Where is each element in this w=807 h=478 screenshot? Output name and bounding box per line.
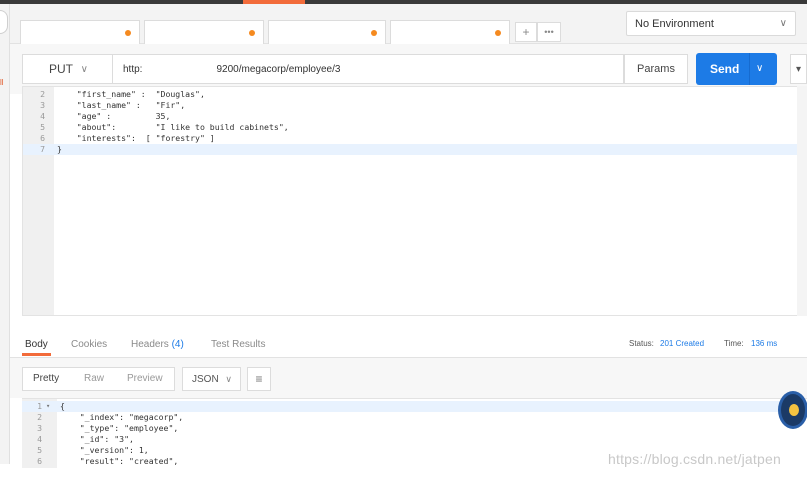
code-line: 3 "last_name" : "Fir",	[40, 100, 186, 110]
code-line: 6 "interests": [ "forestry" ]	[40, 133, 215, 143]
sidebar-collapsed-strip	[0, 4, 10, 464]
send-button[interactable]: Send ∨	[696, 53, 777, 85]
headers-count-badge: (4)	[171, 339, 184, 350]
bulb-icon	[789, 404, 799, 416]
method-select[interactable]: PUT ∨	[22, 54, 112, 84]
unsaved-dot-icon	[495, 30, 501, 36]
active-response-tab-indicator	[22, 353, 51, 356]
send-label: Send	[710, 62, 740, 76]
code-line: 2 "first_name" : "Douglas",	[40, 89, 205, 99]
more-tabs-button[interactable]: •••	[537, 22, 561, 42]
method-label: PUT	[49, 62, 73, 76]
language-label: JSON	[192, 374, 219, 385]
time-value[interactable]: 136 ms	[751, 339, 777, 348]
code-line-active: 1 ▾{	[22, 401, 807, 412]
request-tab[interactable]	[268, 20, 386, 44]
watermark-text: https://blog.csdn.net/jatpen	[608, 451, 781, 467]
editor-scrollbar[interactable]	[797, 86, 807, 316]
code-line: 2 "_index": "megacorp",	[37, 412, 184, 422]
unsaved-dot-icon	[249, 30, 255, 36]
request-tab[interactable]	[20, 20, 140, 44]
tab-test-results[interactable]: Test Results	[211, 339, 265, 350]
send-divider	[749, 53, 750, 85]
fold-arrow-icon[interactable]: ▾	[46, 401, 50, 412]
time-label: Time:	[724, 339, 744, 348]
code-line: 3 "_type": "employee",	[37, 423, 179, 433]
params-button[interactable]: Params	[624, 54, 688, 84]
format-raw-button[interactable]: Raw	[84, 373, 104, 384]
format-pretty-button[interactable]: Pretty	[33, 373, 59, 384]
sidebar-edge-label: ll	[0, 78, 4, 87]
language-select[interactable]: JSON ∨	[182, 367, 241, 391]
url-input[interactable]: http: 9200/megacorp/employee/3	[112, 54, 624, 84]
status-value[interactable]: 201 Created	[660, 339, 704, 348]
code-line: 5 "about": "I like to build cabinets",	[40, 122, 289, 132]
chevron-down-icon: ∨	[779, 18, 787, 29]
unsaved-dot-icon	[371, 30, 377, 36]
chevron-down-icon[interactable]: ∨	[756, 53, 763, 85]
code-line-active: 7}	[23, 144, 806, 155]
environment-label: No Environment	[635, 18, 714, 30]
redacted-host	[142, 63, 217, 76]
url-prefix: http:	[123, 64, 143, 75]
bootcamp-help-icon[interactable]	[778, 391, 807, 429]
tab-cookies[interactable]: Cookies	[71, 339, 107, 350]
code-line: 4 "_id": "3",	[37, 434, 134, 444]
request-tab[interactable]	[390, 20, 510, 44]
new-tab-button[interactable]: +	[515, 22, 537, 42]
wrap-lines-icon[interactable]: ≡	[247, 367, 271, 391]
code-line: 4 "age" : 35,	[40, 111, 171, 121]
chevron-down-icon: ∨	[80, 64, 88, 75]
tab-body[interactable]: Body	[25, 339, 48, 350]
format-preview-button[interactable]: Preview	[127, 373, 163, 384]
url-path: 9200/megacorp/employee/3	[216, 64, 341, 75]
request-body-editor[interactable]: 2 "first_name" : "Douglas", 3 "last_name…	[22, 86, 807, 316]
save-button[interactable]: ▾	[790, 54, 807, 84]
tab-headers[interactable]: Headers (4)	[131, 339, 184, 350]
request-tab[interactable]	[144, 20, 264, 44]
unsaved-dot-icon	[125, 30, 131, 36]
tab-headers-label: Headers	[131, 339, 169, 350]
environment-select[interactable]: No Environment ∨	[626, 11, 796, 36]
chevron-down-icon: ∨	[225, 374, 232, 384]
status-label: Status:	[629, 339, 654, 348]
